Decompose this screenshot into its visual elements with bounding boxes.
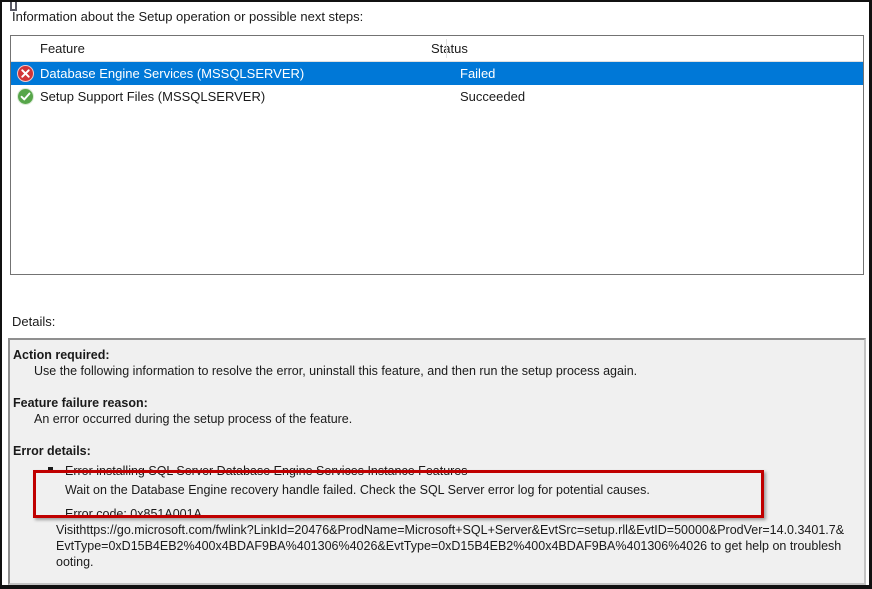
setup-result-window: Information about the Setup operation or… (0, 0, 872, 589)
success-icon (17, 88, 34, 105)
column-header-status[interactable]: Status (417, 41, 468, 56)
table-row[interactable]: Database Engine Services (MSSQLSERVER) F… (11, 62, 863, 85)
feature-failure-reason-heading: Feature failure reason: (13, 395, 864, 411)
column-header-feature[interactable]: Feature (11, 41, 417, 56)
details-panel[interactable]: Action required: Use the following infor… (8, 338, 866, 585)
error-details-bullet-item: Error installing SQL Server Database Eng… (48, 462, 864, 500)
error-details-heading: Error details: (13, 443, 864, 459)
feature-failure-reason-body: An error occurred during the setup proce… (34, 411, 864, 427)
feature-name: Database Engine Services (MSSQLSERVER) (40, 66, 446, 81)
action-required-body: Use the following information to resolve… (34, 363, 864, 379)
column-separator (446, 39, 447, 58)
feature-status-table[interactable]: Feature Status Database Engine Services … (10, 35, 864, 275)
error-icon (17, 65, 34, 82)
feature-status: Failed (446, 66, 495, 81)
table-header: Feature Status (11, 36, 863, 62)
table-row[interactable]: Setup Support Files (MSSQLSERVER) Succee… (11, 85, 863, 108)
row-icon-cell (11, 65, 40, 82)
troubleshooting-link-text[interactable]: Visithttps://go.microsoft.com/fwlink?Lin… (56, 522, 846, 570)
action-required-heading: Action required: (13, 347, 864, 363)
feature-name: Setup Support Files (MSSQLSERVER) (40, 89, 446, 104)
bullet-icon (48, 467, 53, 472)
error-detail-line-2: Wait on the Database Engine recovery han… (65, 481, 650, 500)
error-code: Error code: 0x851A001A (65, 506, 864, 522)
info-label: Information about the Setup operation or… (12, 9, 363, 24)
details-label: Details: (12, 314, 55, 329)
row-icon-cell (11, 88, 40, 105)
feature-status: Succeeded (446, 89, 525, 104)
error-detail-line-1: Error installing SQL Server Database Eng… (65, 462, 650, 481)
